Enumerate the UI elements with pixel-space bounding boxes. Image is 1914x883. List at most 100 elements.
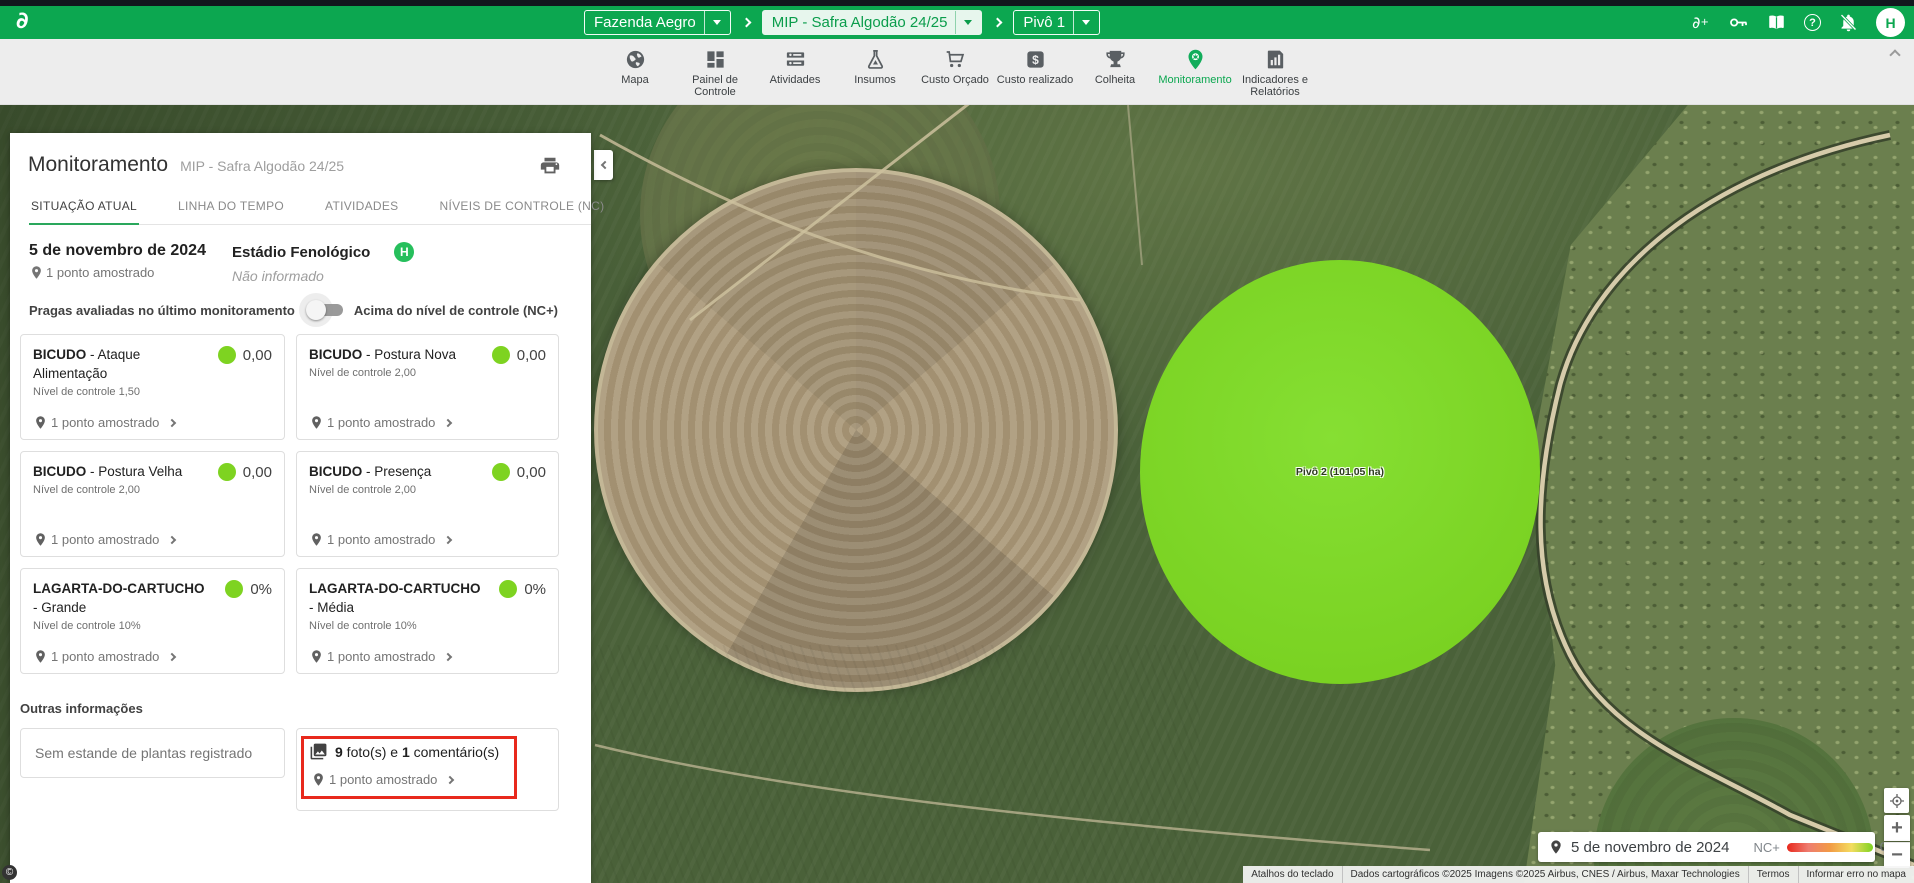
keyboard-shortcuts-link[interactable]: Atalhos do teclado <box>1243 866 1341 883</box>
date-points: 1 ponto amostrado <box>29 265 232 280</box>
season-selector[interactable]: MIP - Safra Algodão 24/25 <box>762 10 983 35</box>
zoom-in-button[interactable] <box>1884 815 1910 841</box>
chevron-down-icon <box>964 20 972 25</box>
locate-button[interactable] <box>1884 788 1909 813</box>
tab-situacao-atual[interactable]: SITUAÇÃO ATUAL <box>29 191 139 225</box>
terms-link[interactable]: Termos <box>1748 866 1798 883</box>
report-map-error-link[interactable]: Informar erro no mapa <box>1798 866 1914 883</box>
sampled-points-link[interactable]: 1 ponto amostrado <box>33 532 272 548</box>
map-date-label: 5 de novembro de 2024 <box>1571 839 1729 856</box>
pests-section-header: Pragas avaliadas no último monitoramento <box>29 303 295 318</box>
toggle-knob <box>306 300 326 320</box>
chevron-right-icon <box>446 775 454 783</box>
tab-atividades[interactable]: ATIVIDADES <box>323 191 400 224</box>
user-avatar[interactable]: H <box>1876 8 1905 37</box>
report-icon <box>1264 48 1287 71</box>
pest-card: LAGARTA-DO-CARTUCHO - Média 0% Nível de … <box>296 568 559 674</box>
breadcrumb: Fazenda Aegro MIP - Safra Algodão 24/25 … <box>584 6 1100 39</box>
place-pin-icon <box>33 649 48 664</box>
control-level: Nível de controle 10% <box>33 620 272 632</box>
toolbar-label: Mapa <box>621 74 649 86</box>
plant-stand-card: Sem estande de plantas registrado <box>20 728 285 778</box>
status-dot <box>218 346 236 364</box>
cookie-badge[interactable] <box>2 865 17 880</box>
help-icon[interactable] <box>1804 14 1821 31</box>
invite-icon[interactable]: ∂+ <box>1690 12 1711 33</box>
chevron-right-icon <box>168 652 176 660</box>
sampled-points-link[interactable]: 1 ponto amostrado <box>311 772 546 787</box>
header-actions: ∂+ H <box>1690 6 1905 39</box>
map-date-overlay: 5 de novembro de 2024 NC+ 0 <box>1538 832 1875 862</box>
chevron-down-icon <box>1082 20 1090 25</box>
window-top-strip <box>0 0 1914 6</box>
manual-icon[interactable] <box>1766 12 1787 33</box>
pest-value: 0,00 <box>517 347 546 364</box>
collapse-panel-button[interactable] <box>594 150 613 180</box>
toolbar-item-indicadores-e-relatorios[interactable]: Indicadores e Relatórios <box>1235 48 1315 98</box>
toolbar-label: Insumos <box>854 74 896 86</box>
other-info-header: Outras informações <box>20 701 591 716</box>
status-dot <box>492 463 510 481</box>
pest-name: BICUDO - Ataque Alimentação <box>33 345 211 383</box>
print-button[interactable] <box>539 155 561 177</box>
sampled-points-link[interactable]: 1 ponto amostrado <box>309 532 546 548</box>
toolbar-item-custo-realizado[interactable]: $ Custo realizado <box>995 48 1075 86</box>
photos-comments-line: 9 foto(s) e 1 comentário(s) <box>309 742 546 761</box>
date-points-label: 1 ponto amostrado <box>46 265 154 280</box>
toolbar-item-monitoramento[interactable]: Monitoramento <box>1155 48 1235 86</box>
nc-filter-label: Acima do nível de controle (NC+) <box>354 303 558 318</box>
dashboard-icon <box>704 48 727 71</box>
place-pin-icon <box>33 415 48 430</box>
pest-card: LAGARTA-DO-CARTUCHO - Grande 0% Nível de… <box>20 568 285 674</box>
pest-card: BICUDO - Ataque Alimentação 0,00 Nível d… <box>20 334 285 440</box>
pest-card: BICUDO - Presença 0,00 Nível de controle… <box>296 451 559 557</box>
nc-gradient-bar <box>1787 843 1873 852</box>
page-subtitle: MIP - Safra Algodão 24/25 <box>180 158 344 174</box>
aegro-logo[interactable]: ∂ <box>16 8 29 34</box>
toolbar-item-painel-de-controle[interactable]: Painel de Controle <box>675 48 755 98</box>
notifications-off-icon[interactable] <box>1838 12 1859 33</box>
pest-name: BICUDO - Presença <box>309 462 431 481</box>
monitoring-pin-icon <box>1184 48 1207 71</box>
toolbar-label: Painel de Controle <box>675 74 755 98</box>
tab-linha-do-tempo[interactable]: LINHA DO TEMPO <box>176 191 286 224</box>
key-icon[interactable] <box>1728 12 1749 33</box>
sampled-points-link[interactable]: 1 ponto amostrado <box>309 649 546 665</box>
control-level: Nível de controle 2,00 <box>309 367 546 379</box>
toolbar-label: Atividades <box>770 74 821 86</box>
toolbar-item-colheita[interactable]: Colheita <box>1075 48 1155 86</box>
chevron-right-icon <box>444 418 452 426</box>
toolbar-item-atividades[interactable]: Atividades <box>755 48 835 86</box>
toolbar-item-custo-orcado[interactable]: Custo Orçado <box>915 48 995 86</box>
chevron-right-icon <box>168 535 176 543</box>
chip-divider <box>704 11 705 34</box>
photos-comments-card[interactable]: 9 foto(s) e 1 comentário(s) 1 ponto amos… <box>296 728 559 811</box>
sampled-points-link[interactable]: 1 ponto amostrado <box>309 415 546 431</box>
chevron-down-icon <box>713 20 721 25</box>
nc-filter-toggle[interactable] <box>309 300 343 320</box>
collapse-toolbar-icon[interactable] <box>1888 49 1902 59</box>
stage-label: Estádio Fenológico <box>232 244 370 261</box>
app-header: ∂ Fazenda Aegro MIP - Safra Algodão 24/2… <box>0 6 1914 39</box>
field-selector[interactable]: Pivô 1 <box>1013 10 1100 35</box>
locate-icon <box>1889 793 1905 809</box>
cart-icon <box>944 48 967 71</box>
sampled-points-link[interactable]: 1 ponto amostrado <box>33 415 272 431</box>
pest-value: 0,00 <box>517 464 546 481</box>
toolbar-item-insumos[interactable]: Insumos <box>835 48 915 86</box>
farm-selector[interactable]: Fazenda Aegro <box>584 10 731 35</box>
map-pivot-2-circle[interactable]: Pivô 2 (101,05 ha) <box>1140 260 1540 684</box>
status-dot <box>499 580 517 598</box>
chevron-right-icon <box>168 418 176 426</box>
pest-value: 0% <box>524 581 546 598</box>
zoom-out-button[interactable] <box>1884 842 1910 868</box>
breadcrumb-separator-icon <box>741 18 751 28</box>
chevron-right-icon <box>444 535 452 543</box>
map-data-credit: Dados cartográficos ©2025 Imagens ©2025 … <box>1342 866 1748 883</box>
sampled-points-link[interactable]: 1 ponto amostrado <box>33 649 272 665</box>
place-pin-icon <box>33 532 48 547</box>
pest-value: 0% <box>250 581 272 598</box>
toolbar-item-mapa[interactable]: Mapa <box>595 48 675 86</box>
pest-value: 0,00 <box>243 464 272 481</box>
tab-niveis-de-controle[interactable]: NÍVEIS DE CONTROLE (NC) <box>438 191 607 224</box>
